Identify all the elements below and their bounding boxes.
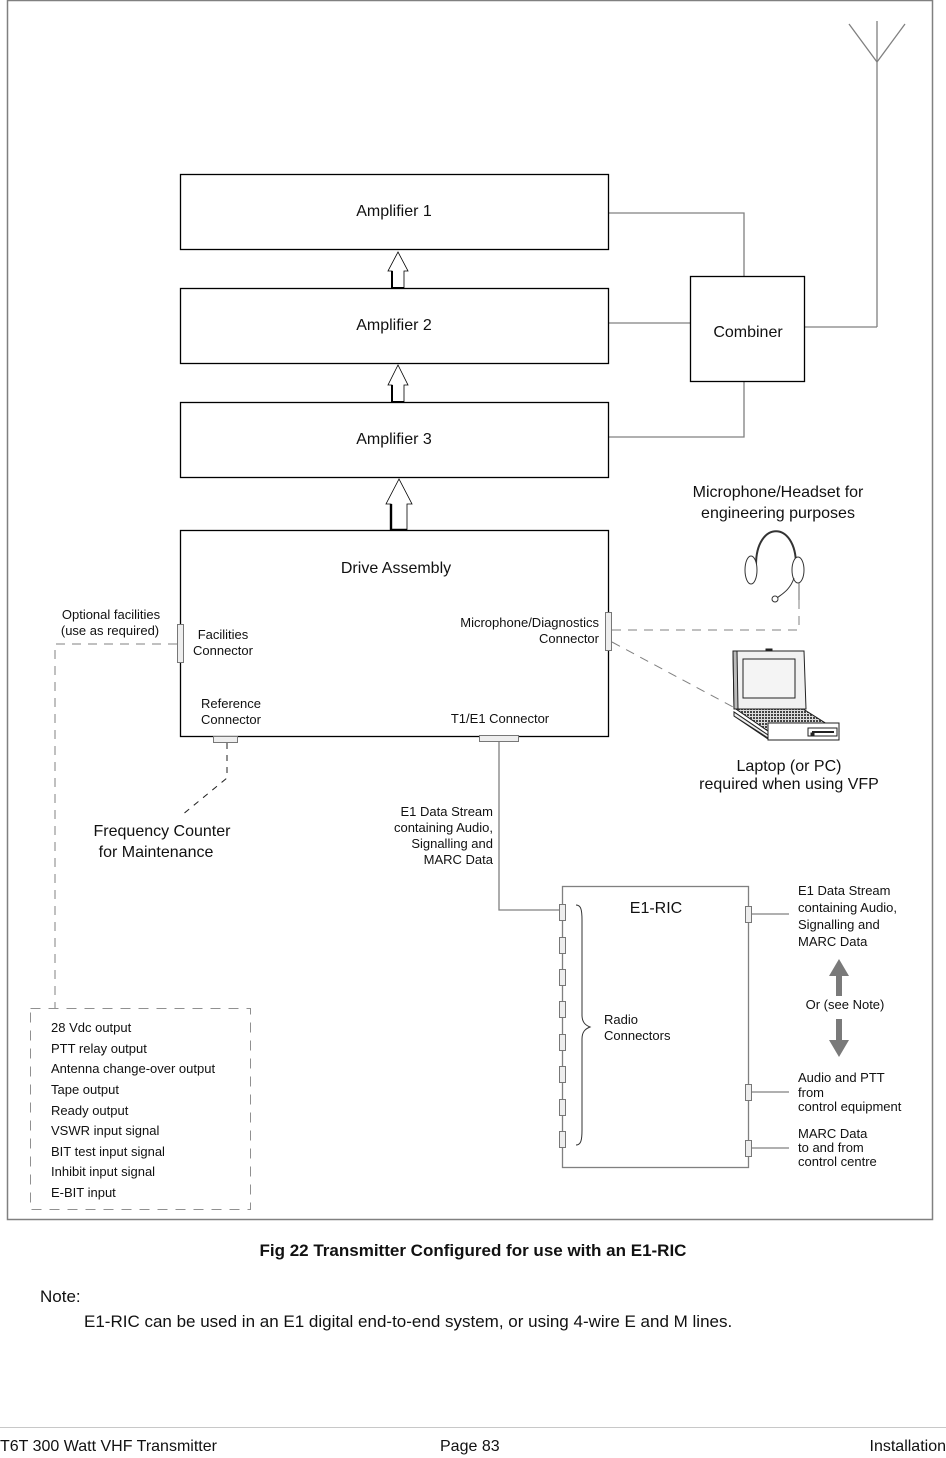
- signal-flow-arrow-icon: [385, 478, 413, 532]
- radio-connector[interactable]: [559, 969, 566, 986]
- laptop-label-2: required when using VFP: [699, 776, 879, 793]
- combiner-block[interactable]: Combiner: [689, 275, 806, 383]
- facilities-list-item: 28 Vdc output: [51, 1020, 132, 1035]
- amplifier-1-label: Amplifier 1: [356, 203, 432, 220]
- audio-ptt-label-2: from: [798, 1085, 824, 1100]
- e1-stream-right-label-2: containing Audio,: [798, 900, 897, 915]
- microphone-diagnostics-connector[interactable]: [605, 612, 612, 651]
- facilities-list-item: VSWR input signal: [51, 1123, 159, 1138]
- marc-data-label-2: to and from: [798, 1140, 864, 1155]
- e1-stream-connector[interactable]: [745, 906, 752, 923]
- radio-connector[interactable]: [559, 1131, 566, 1148]
- radio-connector[interactable]: [559, 1034, 566, 1051]
- laptop-label-1: Laptop (or PC): [737, 758, 842, 775]
- figure-caption: Fig 22 Transmitter Configured for use wi…: [259, 1241, 687, 1260]
- mic-diag-connector-label-1: Microphone/Diagnostics: [460, 615, 599, 630]
- facilities-list-item: Antenna change-over output: [51, 1061, 215, 1076]
- amplifier-2-block[interactable]: Amplifier 2: [179, 287, 610, 365]
- down-arrow-icon: [829, 1019, 849, 1057]
- audio-ptt-connector[interactable]: [745, 1084, 752, 1101]
- facilities-list-item: Tape output: [51, 1082, 119, 1097]
- amplifier-3-block[interactable]: Amplifier 3: [179, 401, 610, 479]
- marc-data-label-3: control centre: [798, 1154, 877, 1169]
- note-text: E1-RIC can be used in an E1 digital end-…: [84, 1312, 733, 1331]
- signal-flow-arrow-icon: [387, 364, 409, 403]
- footer-divider: [0, 1427, 946, 1428]
- e1-stream-right-label-3: Signalling and: [798, 917, 880, 932]
- facilities-list: 28 Vdc output PTT relay output Antenna c…: [51, 1020, 215, 1200]
- footer-section: Installation: [869, 1438, 946, 1455]
- radio-connector[interactable]: [559, 1099, 566, 1116]
- e1-stream-left-label-3: Signalling and: [411, 836, 493, 851]
- e1-stream-left-label-2: containing Audio,: [394, 820, 493, 835]
- laptop-icon: [732, 648, 840, 741]
- amplifier-2-label: Amplifier 2: [356, 317, 432, 334]
- marc-data-connector[interactable]: [745, 1140, 752, 1157]
- facilities-connector-label-2: Connector: [193, 643, 254, 658]
- frequency-counter-label-2: for Maintenance: [99, 844, 214, 861]
- note-label: Note:: [40, 1287, 81, 1306]
- optional-facilities-label-2: (use as required): [61, 623, 159, 638]
- amplifier-1-block[interactable]: Amplifier 1: [179, 173, 610, 251]
- facilities-connector[interactable]: [177, 624, 184, 663]
- facilities-list-item: PTT relay output: [51, 1041, 147, 1056]
- transmitter-diagram: Amplifier 1 Amplifier 2 Amplifier 3 Comb…: [6, 0, 934, 1221]
- e1-stream-left-label-4: MARC Data: [424, 852, 494, 867]
- facilities-connector-label-1: Facilities: [198, 627, 249, 642]
- e1-stream-left-label-1: E1 Data Stream: [401, 804, 494, 819]
- footer-document-title: T6T 300 Watt VHF Transmitter: [0, 1438, 217, 1455]
- radio-connectors-label-1: Radio: [604, 1012, 638, 1027]
- audio-ptt-label-3: control equipment: [798, 1099, 902, 1114]
- radio-connector[interactable]: [559, 937, 566, 954]
- headset-icon: [744, 530, 805, 603]
- reference-connector-label-2: Connector: [201, 712, 262, 727]
- e1-ric-label: E1-RIC: [630, 900, 682, 917]
- drive-assembly-label: Drive Assembly: [341, 560, 451, 577]
- radio-connector[interactable]: [559, 1001, 566, 1018]
- e1-stream-right-label-4: MARC Data: [798, 934, 868, 949]
- optional-facilities-label-1: Optional facilities: [62, 607, 161, 622]
- antenna-icon: [848, 21, 906, 327]
- radio-connector[interactable]: [559, 904, 566, 921]
- mic-diag-connector-label-2: Connector: [539, 631, 600, 646]
- signal-flow-arrow-icon: [387, 251, 409, 289]
- t1e1-connector-label: T1/E1 Connector: [451, 711, 550, 726]
- e1-stream-wire: [498, 742, 562, 911]
- facilities-list-item: Inhibit input signal: [51, 1164, 155, 1179]
- footer-page-number: Page 83: [440, 1438, 500, 1455]
- frequency-counter-label-1: Frequency Counter: [94, 823, 232, 840]
- reference-connector-label-1: Reference: [201, 696, 261, 711]
- e1-stream-right-label-1: E1 Data Stream: [798, 883, 891, 898]
- amplifier-3-label: Amplifier 3: [356, 431, 432, 448]
- facilities-list-item: BIT test input signal: [51, 1144, 165, 1159]
- marc-data-label-1: MARC Data: [798, 1126, 868, 1141]
- audio-ptt-label-1: Audio and PTT: [798, 1070, 885, 1085]
- t1e1-connector[interactable]: [479, 735, 519, 742]
- or-see-note-label: Or (see Note): [806, 997, 885, 1012]
- facilities-list-item: Ready output: [51, 1103, 129, 1118]
- headset-label-2: engineering purposes: [701, 505, 855, 522]
- reference-connector[interactable]: [213, 736, 238, 743]
- radio-connector[interactable]: [559, 1066, 566, 1083]
- up-arrow-icon: [829, 959, 849, 996]
- facilities-list-item: E-BIT input: [51, 1185, 116, 1200]
- headset-label-1: Microphone/Headset for: [693, 484, 864, 501]
- radio-connectors-label-2: Connectors: [604, 1028, 671, 1043]
- combiner-label: Combiner: [713, 324, 783, 341]
- frequency-counter-wiring: [181, 743, 228, 816]
